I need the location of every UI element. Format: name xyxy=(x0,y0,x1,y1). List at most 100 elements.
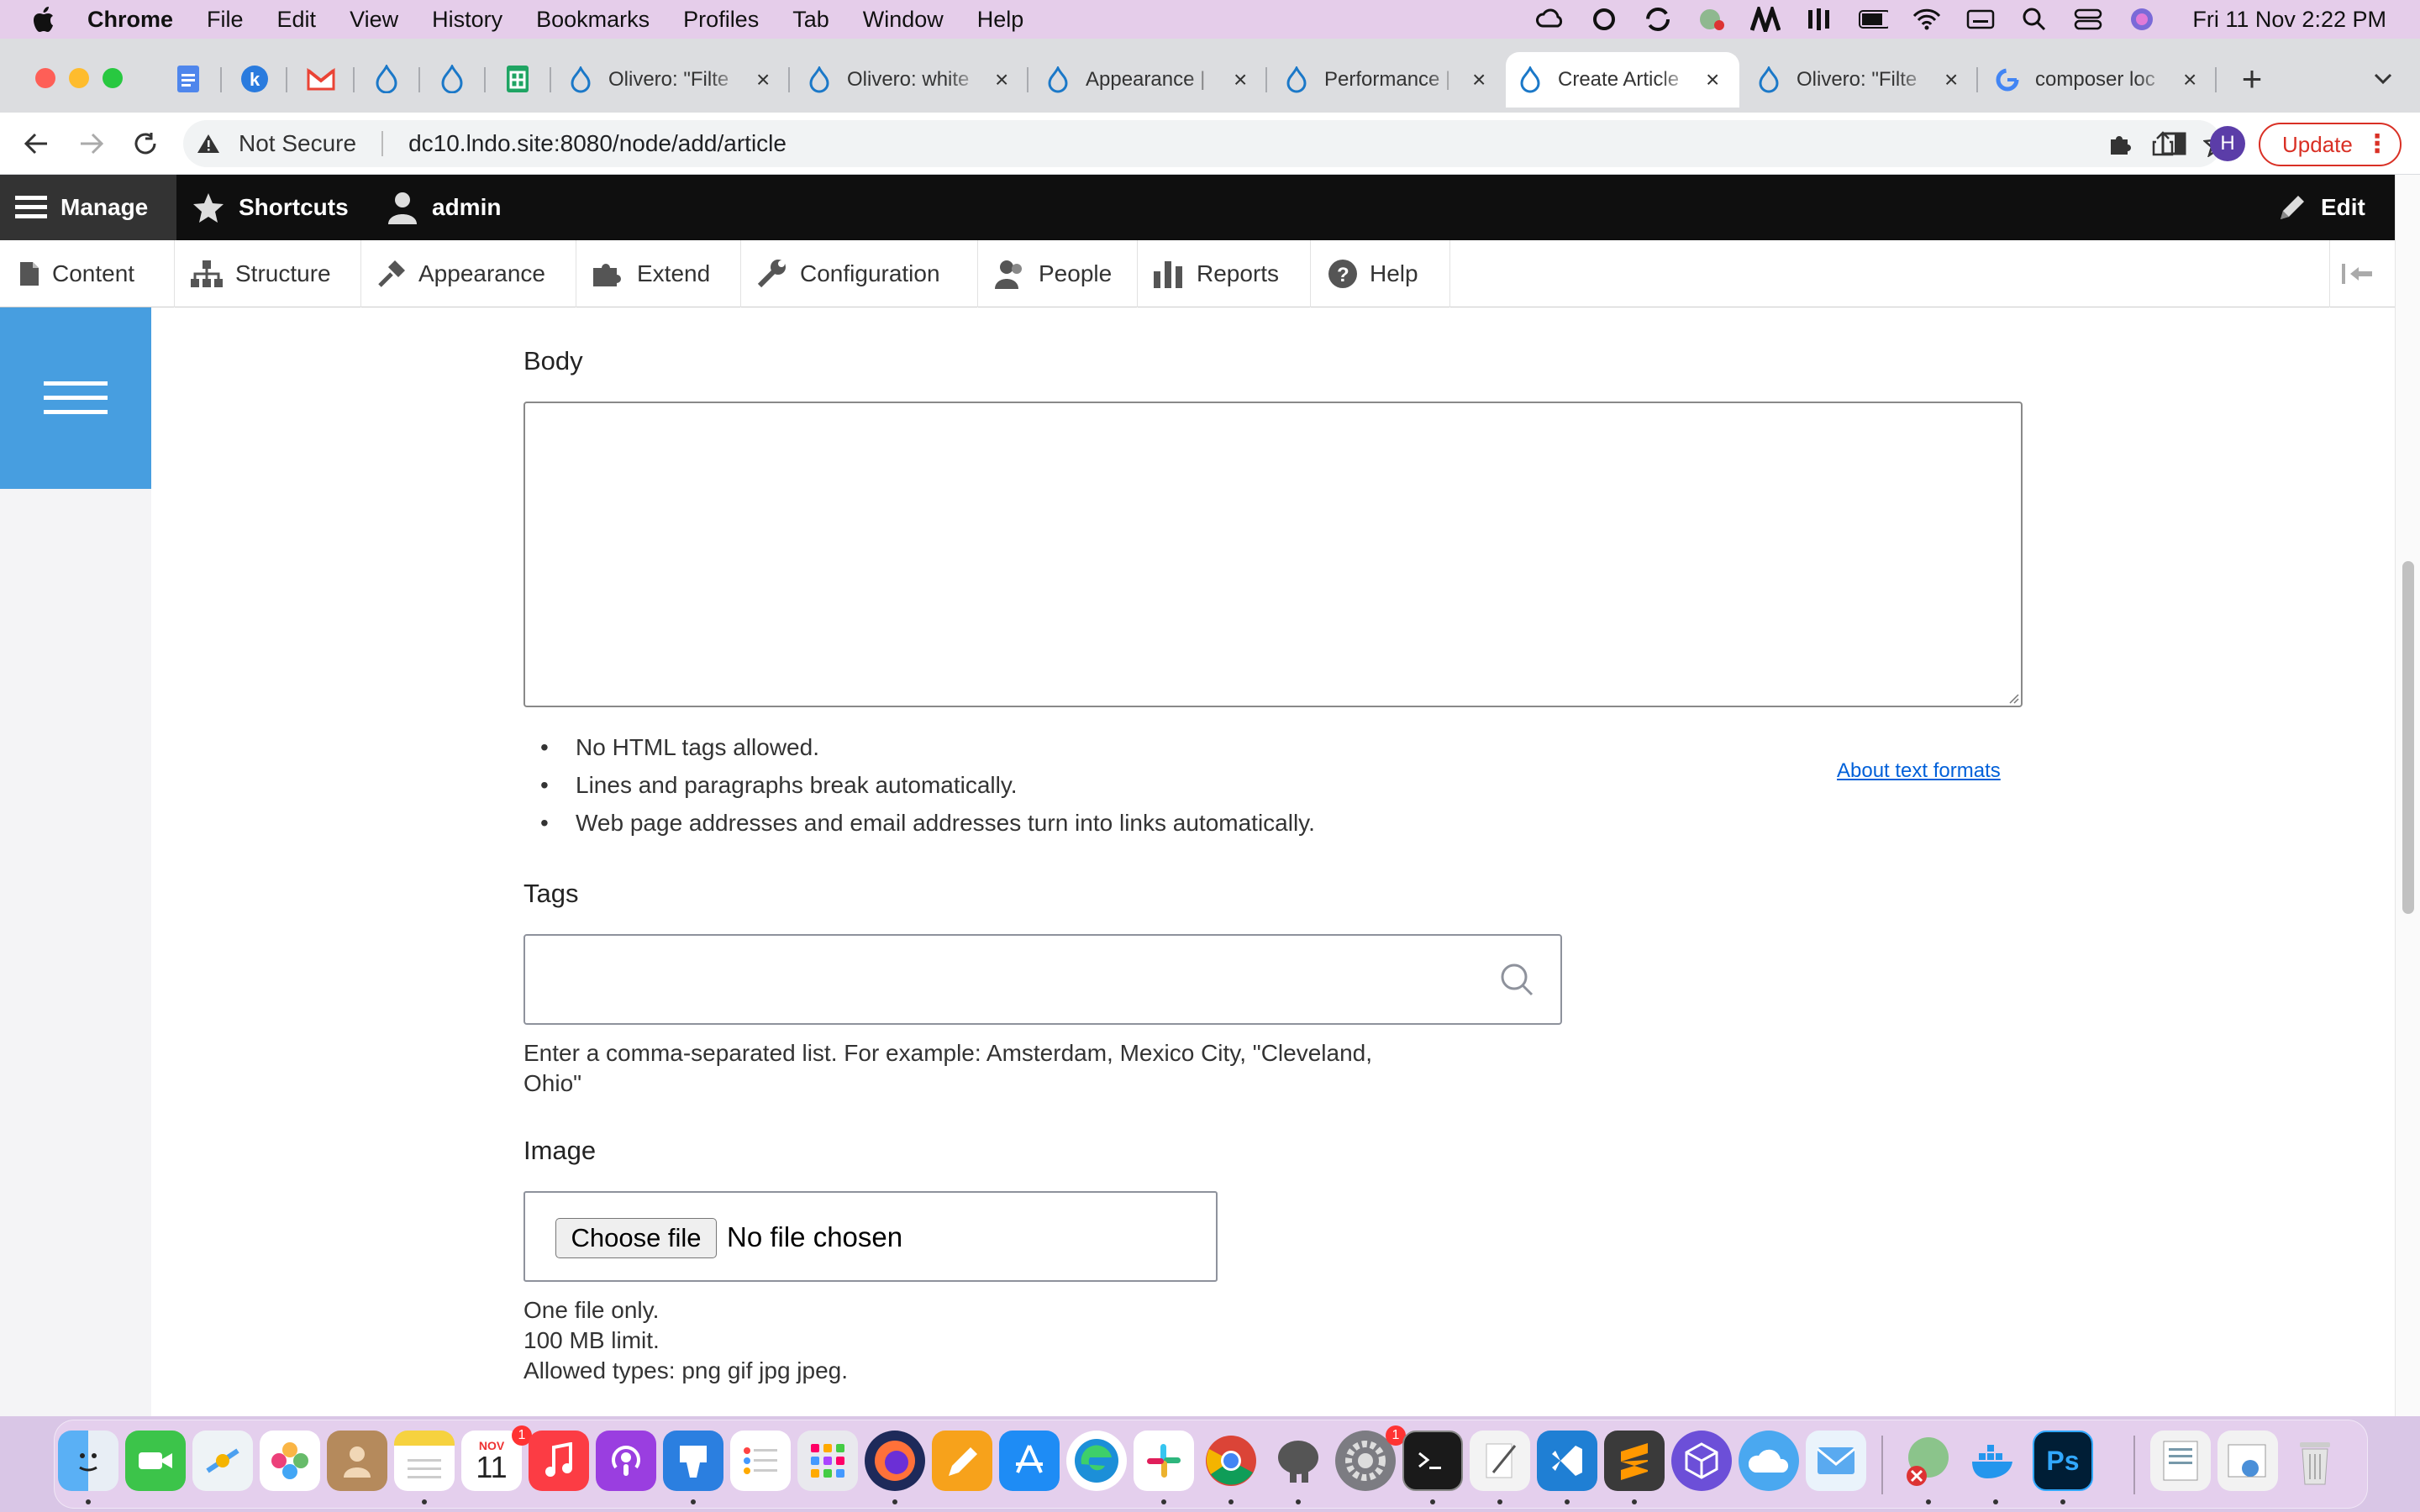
tab-performance[interactable]: Performance | × xyxy=(1272,52,1501,108)
tab-close-icon[interactable]: × xyxy=(756,66,770,93)
extensions-puzzle-icon[interactable] xyxy=(2102,126,2138,161)
menu-edit[interactable]: Edit xyxy=(277,7,317,33)
tab-search-chevron-icon[interactable] xyxy=(2366,62,2400,96)
dock-trash[interactable] xyxy=(2285,1431,2345,1491)
security-status[interactable]: Not Secure xyxy=(239,130,356,157)
pinned-tab-drupal-1[interactable] xyxy=(370,62,403,96)
menubar-clock[interactable]: Fri 11 Nov 2:22 PM xyxy=(2192,7,2386,33)
tab-appearance[interactable]: Appearance | × xyxy=(1034,52,1262,108)
pinned-tab-sheets[interactable] xyxy=(501,62,534,96)
sync-icon[interactable] xyxy=(1643,7,1673,32)
choose-file-button[interactable]: Choose file xyxy=(555,1218,717,1258)
more-vertical-icon[interactable]: ⋮ xyxy=(2365,129,2390,159)
dock-music[interactable] xyxy=(529,1431,589,1491)
pinned-tab-drupal-2[interactable] xyxy=(435,62,469,96)
scrollbar-thumb[interactable] xyxy=(2402,561,2414,914)
dock-edge[interactable] xyxy=(1066,1431,1127,1491)
tab-create-article[interactable]: Create Article × xyxy=(1506,52,1739,108)
edit-tab[interactable]: Edit xyxy=(2277,175,2365,240)
menu-view[interactable]: View xyxy=(350,7,398,33)
dock-finder[interactable] xyxy=(58,1431,118,1491)
dock-contacts[interactable] xyxy=(327,1431,387,1491)
manage-tab[interactable]: Manage xyxy=(0,175,176,240)
menu-tab[interactable]: Tab xyxy=(792,7,829,33)
about-text-formats-link[interactable]: About text formats xyxy=(1837,759,2001,783)
dock-terminal[interactable] xyxy=(1402,1431,1463,1491)
dock-recent-document[interactable] xyxy=(2150,1431,2211,1491)
tray-item-extend[interactable]: Extend xyxy=(576,240,741,307)
back-arrow-icon[interactable] xyxy=(18,126,54,161)
battery-icon[interactable] xyxy=(1858,7,1889,32)
menu-help[interactable]: Help xyxy=(977,7,1024,33)
tab-olivero-filter[interactable]: Olivero: "Filte × xyxy=(556,52,785,108)
user-tab[interactable]: admin xyxy=(387,175,501,240)
audio-bars-icon[interactable] xyxy=(1804,7,1834,32)
tab-close-icon[interactable]: × xyxy=(2183,66,2196,93)
cloud-sync-icon[interactable] xyxy=(1535,7,1565,32)
tray-item-appearance[interactable]: Appearance xyxy=(361,240,576,307)
tray-item-content[interactable]: Content xyxy=(0,240,175,307)
window-minimize-button[interactable] xyxy=(69,68,89,88)
siri-icon[interactable] xyxy=(2127,7,2157,32)
creative-cloud-icon[interactable] xyxy=(1589,7,1619,32)
dock-slack[interactable] xyxy=(1134,1431,1194,1491)
side-panel-icon[interactable] xyxy=(2156,126,2191,161)
tags-autocomplete-input[interactable] xyxy=(523,934,1562,1025)
dock-facetime[interactable] xyxy=(125,1431,186,1491)
tab-close-icon[interactable]: × xyxy=(1944,66,1958,93)
control-center-icon[interactable] xyxy=(2073,7,2103,32)
body-textarea[interactable] xyxy=(523,402,2023,707)
pinned-tab-gmail[interactable] xyxy=(304,62,338,96)
tab-close-icon[interactable]: × xyxy=(1472,66,1486,93)
tab-close-icon[interactable]: × xyxy=(1706,66,1719,93)
menu-history[interactable]: History xyxy=(432,7,502,33)
tray-orientation-toggle[interactable] xyxy=(2329,240,2395,307)
shortcuts-tab[interactable]: Shortcuts xyxy=(192,175,349,240)
dock-maps[interactable] xyxy=(192,1431,253,1491)
warning-triangle-icon[interactable] xyxy=(197,131,222,156)
dock-photoshop[interactable]: Ps xyxy=(2033,1431,2093,1491)
dock-docker[interactable] xyxy=(1965,1431,2026,1491)
dock-downloads[interactable] xyxy=(2217,1431,2278,1491)
tray-item-configuration[interactable]: Configuration xyxy=(741,240,978,307)
tray-item-help[interactable]: ? Help xyxy=(1311,240,1450,307)
apple-icon[interactable] xyxy=(32,5,57,34)
url-text[interactable]: dc10.lndo.site:8080/node/add/article xyxy=(408,130,786,157)
dock-notes[interactable] xyxy=(394,1431,455,1491)
menu-profiles[interactable]: Profiles xyxy=(683,7,759,33)
menu-window[interactable]: Window xyxy=(863,7,944,33)
tab-close-icon[interactable]: × xyxy=(995,66,1008,93)
dock-firefox[interactable] xyxy=(865,1431,925,1491)
profile-avatar[interactable]: H xyxy=(2210,126,2245,161)
dock-podcasts[interactable] xyxy=(596,1431,656,1491)
tray-item-people[interactable]: People xyxy=(978,240,1138,307)
dock-sublime[interactable] xyxy=(1604,1431,1665,1491)
dock-proxyman[interactable] xyxy=(1739,1431,1799,1491)
spotlight-search-icon[interactable] xyxy=(2019,7,2049,32)
tab-olivero-white[interactable]: Olivero: white × xyxy=(795,52,1023,108)
new-tab-plus-icon[interactable]: + xyxy=(2235,59,2269,98)
dock-mail[interactable] xyxy=(1806,1431,1866,1491)
dock-network-app[interactable] xyxy=(1898,1431,1959,1491)
m-app-icon[interactable] xyxy=(1750,7,1781,32)
menu-app-chrome[interactable]: Chrome xyxy=(87,7,173,33)
update-button[interactable]: Update ⋮ xyxy=(2259,123,2402,166)
pinned-tab-docs[interactable] xyxy=(171,62,205,96)
tab-olivero-filter-2[interactable]: Olivero: "Filte × xyxy=(1744,52,1973,108)
dock-chrome[interactable] xyxy=(1201,1431,1261,1491)
forward-arrow-icon[interactable] xyxy=(74,126,109,161)
mobile-nav-toggle[interactable] xyxy=(0,307,151,489)
dock-cube-app[interactable] xyxy=(1671,1431,1732,1491)
dock-reminders[interactable] xyxy=(730,1431,791,1491)
tray-item-reports[interactable]: Reports xyxy=(1138,240,1311,307)
tray-item-structure[interactable]: Structure xyxy=(175,240,361,307)
dock-photos[interactable] xyxy=(260,1431,320,1491)
menu-file[interactable]: File xyxy=(207,7,244,33)
dock-sketch-pencil[interactable] xyxy=(932,1431,992,1491)
reload-icon[interactable] xyxy=(128,126,163,161)
tab-close-icon[interactable]: × xyxy=(1234,66,1247,93)
vpn-status-icon[interactable] xyxy=(1697,7,1727,32)
dock-app-store[interactable] xyxy=(999,1431,1060,1491)
menu-bookmarks[interactable]: Bookmarks xyxy=(536,7,650,33)
dock-tableplus[interactable] xyxy=(1268,1431,1328,1491)
